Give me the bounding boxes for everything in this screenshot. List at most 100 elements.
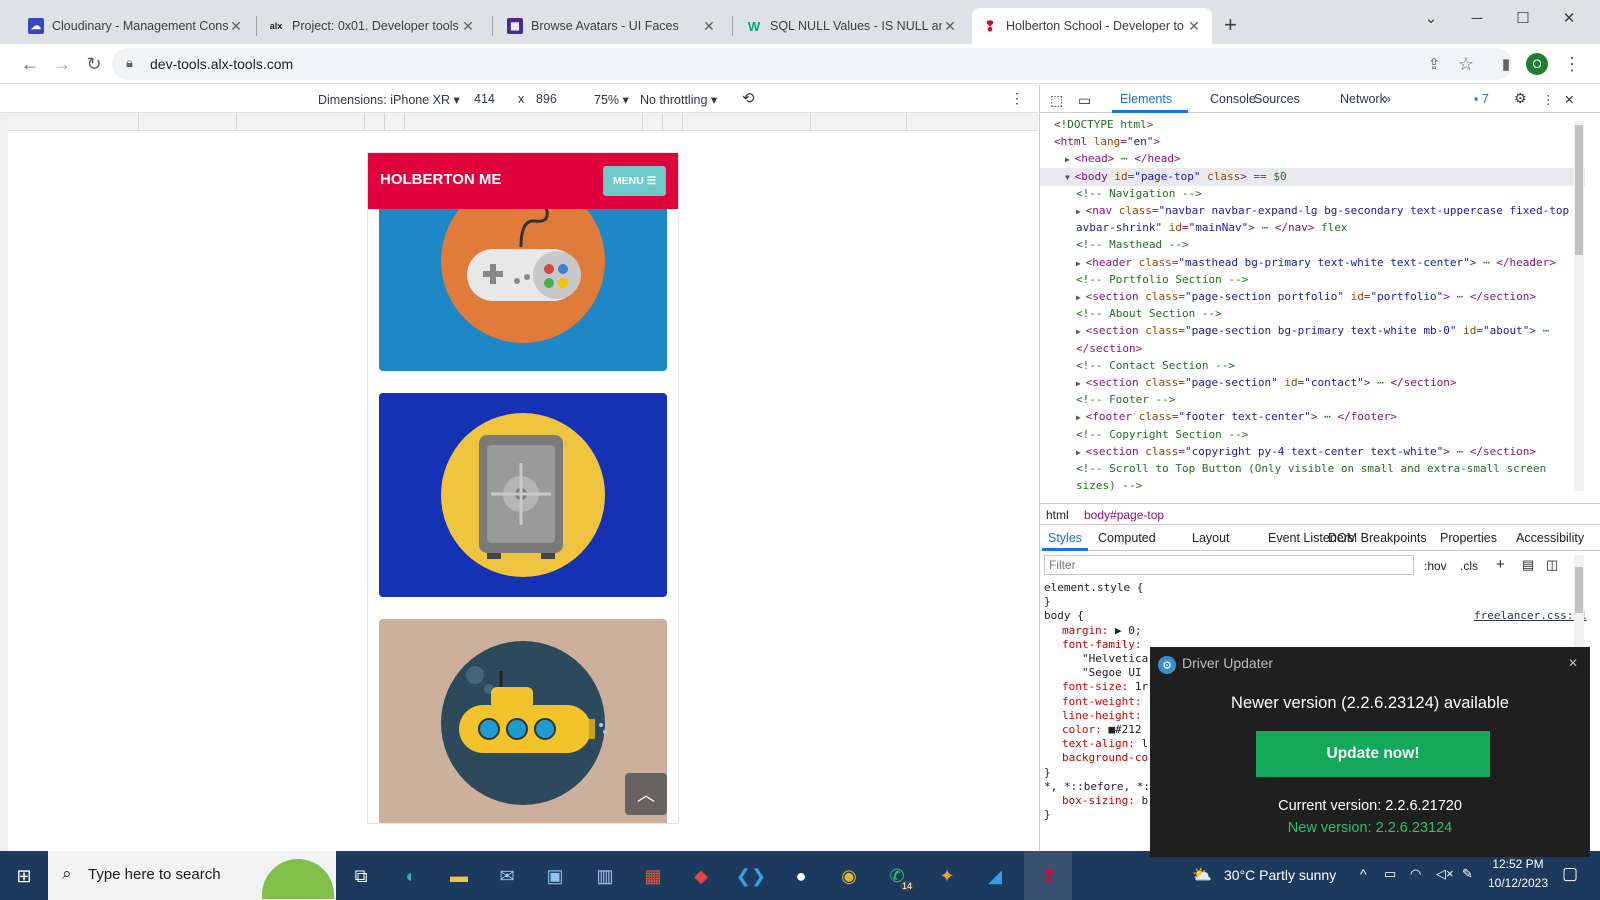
device-width-input[interactable]: 414 [474,92,495,106]
styles-filter-input[interactable]: Filter [1044,555,1414,575]
sidebar-toggle-icon[interactable]: ◫ [1546,557,1558,573]
side-panel-icon[interactable]: ▮ [1492,50,1520,78]
github-icon[interactable]: ● [786,861,816,891]
breadcrumb-html[interactable]: html [1046,508,1069,522]
style-property-name[interactable]: font-weight: [1062,695,1141,708]
notification-icon[interactable]: ▢ [1562,864,1578,884]
style-property-value[interactable]: ▶ 0; [1108,624,1142,637]
dom-node-line[interactable]: <!-- Scroll to Top Button (Only visible … [1076,460,1546,477]
omnibox[interactable]: 🔒︎ [112,48,1512,80]
close-devtools-icon[interactable]: ✕ [1564,92,1574,107]
hov-toggle[interactable]: :hov [1424,559,1447,573]
clock-date[interactable]: 10/12/2023 [1484,876,1552,890]
ppt-icon[interactable]: ▦ [638,861,668,891]
new-tab-button[interactable]: + [1224,12,1237,38]
device-toggle-icon[interactable]: ▭ [1078,92,1091,109]
windows-start-icon[interactable]: ⊞ [9,861,39,891]
close-popup-icon[interactable]: ✕ [1568,656,1578,670]
forward-icon[interactable]: → [48,50,76,78]
expand-arrow-icon[interactable]: ▶ [1076,413,1086,422]
url-text[interactable]: dev-tools.alx-tools.com [150,56,293,72]
dom-node-line[interactable]: <!-- Footer --> [1076,391,1175,408]
issues-badge[interactable]: ▪ 7 [1474,92,1489,106]
share-icon[interactable]: ⇪ [1420,50,1448,78]
pen-icon[interactable]: ✎ [1462,866,1473,882]
breadcrumb-body[interactable]: body#page-top [1084,508,1164,522]
maximize-icon[interactable]: ☐ [1500,4,1546,32]
tab-alx-project[interactable]: alx Project: 0x01. Developer tools | ✕ [258,8,486,44]
site-brand[interactable]: HOLBERTON ME [380,171,501,188]
collapse-arrow-icon[interactable]: ▼ [1065,173,1075,182]
tab-console[interactable]: Console [1210,92,1256,106]
paint-brush-icon[interactable]: ▤ [1522,557,1534,573]
tab-w3schools[interactable]: W SQL NULL Values - IS NULL and ✕ [736,8,968,44]
expand-arrow-icon[interactable]: ▶ [1076,293,1086,302]
expand-arrow-icon[interactable]: ▶ [1076,207,1086,216]
tab-styles[interactable]: Styles [1048,531,1082,545]
device-more-icon[interactable]: ⋮ [1010,90,1024,107]
weather-text[interactable]: 30°C Partly sunny [1224,867,1336,883]
rotate-icon[interactable]: ⟲ [742,89,755,107]
dom-node-line[interactable]: <!-- Masthead --> [1076,236,1189,253]
dom-node-line[interactable]: </section> [1076,340,1142,357]
dom-node-line[interactable]: <!-- Navigation --> [1076,185,1202,202]
store-icon[interactable]: ▣ [540,861,570,891]
cls-toggle[interactable]: .cls [1460,559,1478,573]
tab-computed[interactable]: Computed [1098,531,1156,545]
expand-arrow-icon[interactable]: ▶ [1076,448,1086,457]
anydesk-icon[interactable]: ◆ [686,861,716,891]
tab-accessibility[interactable]: Accessibility [1516,531,1584,545]
dom-node-line[interactable]: avbar-shrink" id="mainNav"> ⋯ </nav> fle… [1076,219,1348,236]
style-property-name[interactable]: box-sizing: [1062,794,1135,807]
throttling-select[interactable]: No throttling ▾ [640,92,717,107]
minimize-icon[interactable]: ─ [1454,4,1500,32]
reload-icon[interactable]: ↻ [80,50,108,78]
style-property-name[interactable]: line-height: [1062,709,1141,722]
task-view-icon[interactable]: ⧉ [346,861,376,891]
close-tab-icon[interactable]: ✕ [228,18,244,35]
style-property-value[interactable]: 1r [1128,680,1148,693]
dom-node-line[interactable]: ▶ <footer class="footer text-center"> ⋯ … [1076,408,1397,426]
mail-icon[interactable]: ✉ [492,861,522,891]
zoom-select[interactable]: 75% ▾ [594,92,629,107]
dom-node-line[interactable]: ▶ <section class="page-section" id="cont… [1076,374,1457,392]
file-explorer-icon[interactable]: ▬ [444,861,474,891]
scroll-to-top-button[interactable]: ︿ [625,773,667,815]
dom-node-line[interactable]: ▶ <nav class="navbar navbar-expand-lg bg… [1076,202,1582,220]
wifi-icon[interactable]: ◠ [1410,866,1421,882]
device-dimensions-select[interactable]: Dimensions: iPhone XR ▾ [318,92,460,107]
close-tab-icon[interactable]: ✕ [701,18,717,35]
dom-node-line[interactable]: ▶ <section class="page-section bg-primar… [1076,322,1549,340]
style-property-value[interactable]: l [1135,737,1148,750]
battery-icon[interactable]: ▭ [1384,866,1396,882]
dom-node-line[interactable]: ▶ <head> ⋯ </head> [1065,150,1181,168]
bookmark-star-icon[interactable]: ☆ [1452,50,1480,78]
dom-scrollbar[interactable] [1574,121,1584,491]
dom-node-line[interactable]: <!-- Contact Section --> [1076,357,1235,374]
style-property-name[interactable]: text-align: [1062,737,1135,750]
tab-dom-breakpoints[interactable]: DOM Breakpoints [1328,531,1427,545]
portfolio-card-submarine[interactable] [379,619,667,823]
tab-properties[interactable]: Properties [1440,531,1497,545]
devtools-menu-icon[interactable]: ⋮ [1542,92,1555,107]
close-window-icon[interactable]: ✕ [1546,4,1592,32]
tab-network[interactable]: Network [1340,92,1386,106]
new-rule-icon[interactable]: + [1496,556,1505,573]
dom-node-line[interactable]: ▶ <header class="masthead bg-primary tex… [1076,254,1556,272]
tab-sources[interactable]: Sources [1254,92,1300,106]
tab-search-icon[interactable]: ⌄ [1408,4,1454,32]
close-tab-icon[interactable]: ✕ [942,18,958,35]
dom-node-line[interactable]: ▶ <section class="page-section portfolio… [1076,288,1536,306]
edge-icon[interactable]: ◐ [396,861,426,891]
settings-gear-icon[interactable]: ⚙ [1514,90,1527,107]
git-icon[interactable]: ✦ [932,861,962,891]
style-source-link[interactable]: freelancer.css:61 [1474,609,1587,623]
dom-node-line[interactable]: sizes) --> [1076,477,1142,494]
device-height-input[interactable]: 896 [536,92,557,106]
dom-node-line[interactable]: ▼ <body id="page-top" class> == $0 [1040,167,1585,186]
volume-icon[interactable]: ◁× [1436,866,1454,882]
back-icon[interactable]: ← [16,50,44,78]
dom-node-line[interactable]: <!-- Portfolio Section --> [1076,271,1248,288]
expand-arrow-icon[interactable]: ▶ [1076,379,1086,388]
tab-holberton[interactable]: ❢ Holberton School - Developer to ✕ [972,8,1212,44]
